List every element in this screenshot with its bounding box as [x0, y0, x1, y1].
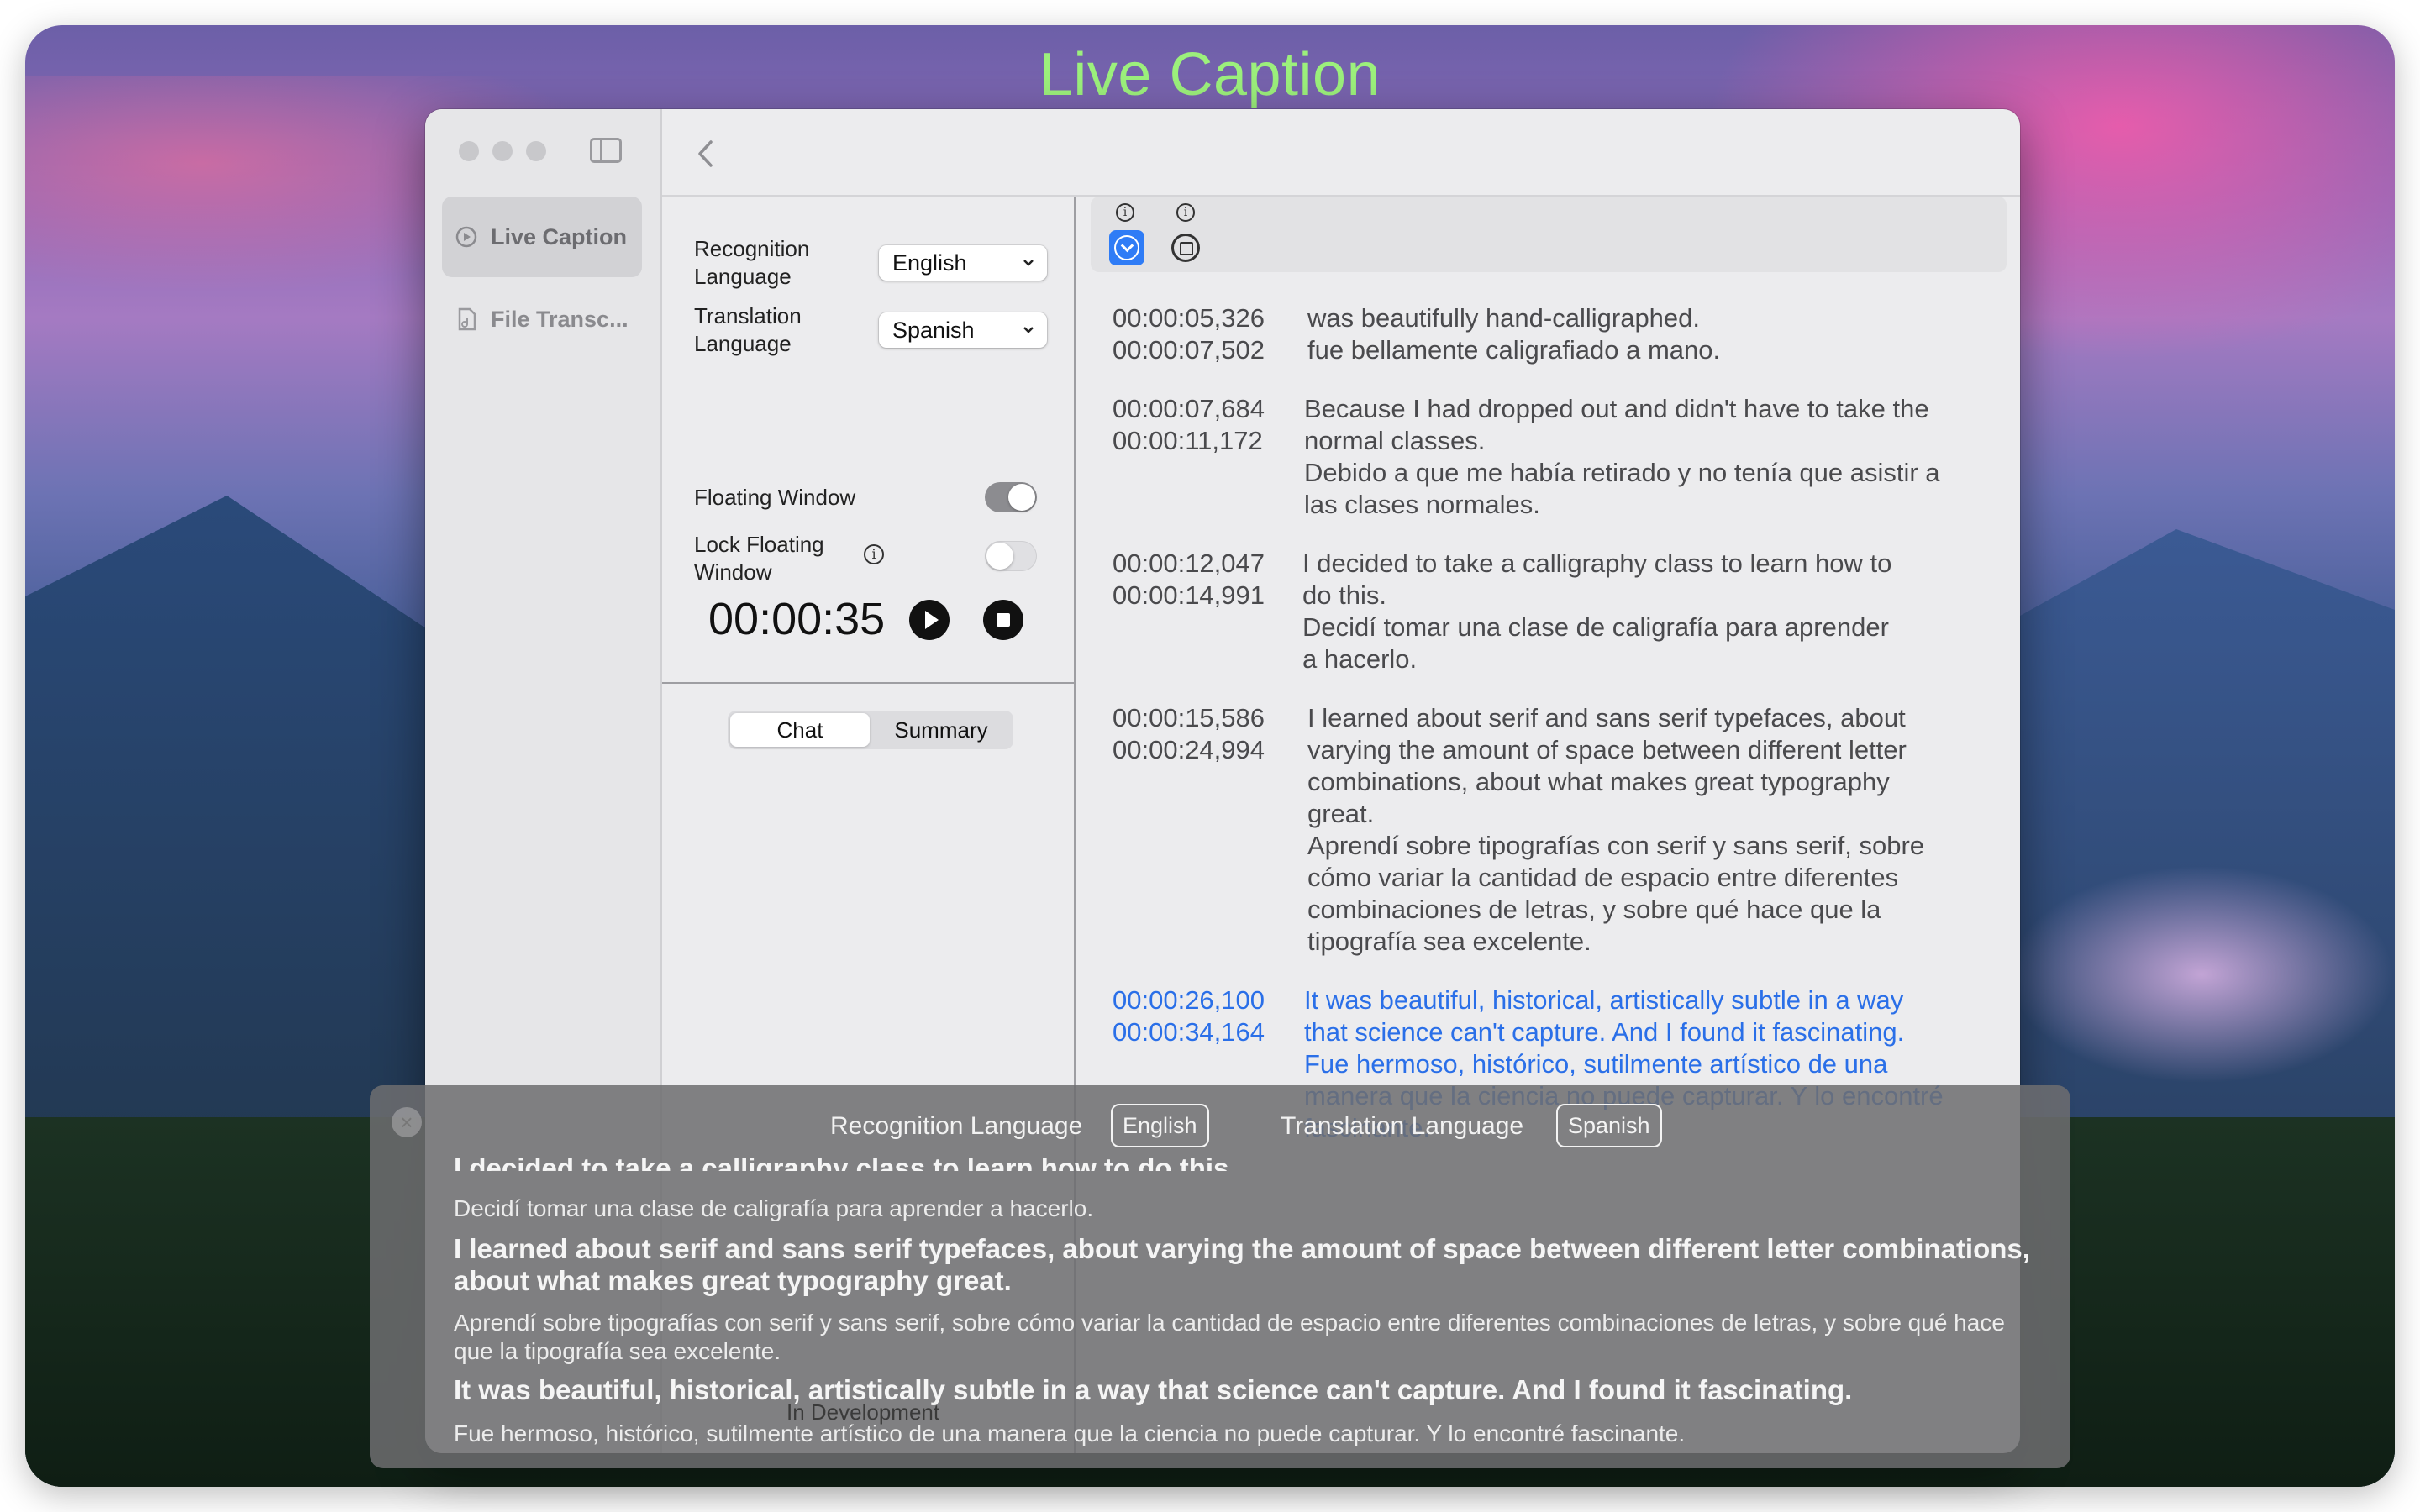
stop-button[interactable]: [983, 600, 1023, 640]
segment-timestamps: 00:00:07,684 00:00:11,172: [1113, 393, 1297, 457]
translation-language-label: Translation Language: [694, 303, 802, 356]
caption-english-line: I learned about serif and sans serif typ…: [454, 1233, 2030, 1296]
zoom-window-button[interactable]: [526, 141, 546, 161]
minimize-window-button[interactable]: [492, 141, 513, 161]
sidebar-item-label: File Transc...: [491, 306, 629, 332]
transcript-toolbar: i i: [1091, 197, 2007, 272]
segment-start-time: 00:00:26,100: [1113, 985, 1265, 1015]
stop-icon: [997, 613, 1010, 627]
info-icon[interactable]: i: [1116, 203, 1134, 222]
floating-window-toggle[interactable]: [985, 482, 1037, 512]
sidebar-toggle-icon[interactable]: [590, 138, 622, 163]
segment-end-time: 00:00:34,164: [1113, 1017, 1265, 1047]
chevron-down-icon: [1022, 245, 1035, 293]
chevron-down-icon: [1022, 312, 1035, 360]
floating-translation-label: Translation Language: [1281, 1112, 1524, 1140]
divider: [662, 682, 1074, 684]
segment-start-time: 00:00:05,326: [1113, 303, 1265, 333]
caption-spanish-line: Decidí tomar una clase de caligrafía par…: [454, 1195, 1094, 1221]
segment-end-time: 00:00:24,994: [1113, 735, 1265, 764]
caption-spanish-line: Fue hermoso, histórico, sutilmente artís…: [454, 1420, 1686, 1446]
info-icon[interactable]: i: [864, 544, 884, 564]
in-development-note: In Development: [786, 1399, 940, 1425]
segment-timestamps: 00:00:26,100 00:00:34,164: [1113, 984, 1297, 1048]
segment-timestamps: 00:00:05,326 00:00:07,502: [1113, 302, 1297, 366]
segment-text: I learned about serif and sans serif typ…: [1307, 703, 1925, 956]
info-icon[interactable]: i: [1176, 203, 1195, 222]
toolbar: [662, 109, 2020, 197]
close-icon[interactable]: ×: [392, 1107, 422, 1137]
close-window-button[interactable]: [459, 141, 479, 161]
play-button[interactable]: [909, 600, 950, 640]
segment-start-time: 00:00:07,684: [1113, 394, 1265, 423]
sidebar-item-label: Live Caption: [491, 223, 628, 249]
caption-english-line: I decided to take a calligraphy class to…: [454, 1152, 1237, 1171]
segment-timestamps: 00:00:15,586 00:00:24,994: [1113, 702, 1297, 766]
app-title: Live Caption: [1039, 41, 1381, 108]
segment-text: was beautifully hand-calligraphed. fue b…: [1307, 303, 1721, 365]
segment-start-time: 00:00:15,586: [1113, 703, 1265, 732]
segment-end-time: 00:00:11,172: [1113, 426, 1263, 455]
lock-floating-window-toggle[interactable]: [985, 541, 1037, 571]
translation-language-value: Spanish: [892, 318, 975, 343]
tab-chat[interactable]: Chat: [730, 713, 870, 747]
music-file-icon: [454, 307, 479, 332]
lock-floating-window-label: Lock Floating Window: [694, 532, 824, 585]
chat-summary-segmented-control: Chat Summary: [728, 711, 1013, 749]
floating-caption-window[interactable]: × Recognition Language English Translati…: [370, 1085, 2070, 1468]
caption-spanish-line: Aprendí sobre tipografías con serif y sa…: [454, 1310, 2005, 1364]
floating-recognition-value-button[interactable]: English: [1111, 1104, 1209, 1147]
floating-recognition-label: Recognition Language: [830, 1112, 1083, 1140]
edit-icon[interactable]: [1171, 234, 1200, 262]
segment-end-time: 00:00:14,991: [1113, 580, 1265, 610]
translation-language-select[interactable]: Spanish: [879, 312, 1047, 348]
segment-end-time: 00:00:07,502: [1113, 335, 1265, 365]
play-circle-icon: [454, 224, 479, 249]
floating-window-label: Floating Window: [694, 485, 856, 510]
elapsed-timer: 00:00:35: [708, 594, 886, 644]
back-chevron-icon[interactable]: [696, 136, 716, 178]
recognition-language-label: Recognition Language: [694, 236, 810, 289]
tab-summary[interactable]: Summary: [871, 713, 1011, 747]
scroll-to-bottom-icon[interactable]: [1109, 230, 1144, 265]
segment-timestamps: 00:00:12,047 00:00:14,991: [1113, 548, 1297, 612]
sidebar-item-live-caption[interactable]: Live Caption: [442, 197, 642, 277]
recognition-language-select[interactable]: English: [879, 245, 1047, 281]
segment-text: I decided to take a calligraphy class to…: [1302, 549, 1892, 674]
sidebar-item-file-transcription[interactable]: File Transc...: [442, 279, 642, 360]
segment-text: Because I had dropped out and didn't hav…: [1304, 394, 1940, 519]
segment-start-time: 00:00:12,047: [1113, 549, 1265, 578]
recognition-language-value: English: [892, 250, 967, 276]
floating-translation-value-button[interactable]: Spanish: [1556, 1104, 1662, 1147]
play-icon: [925, 611, 939, 629]
caption-english-line: It was beautiful, historical, artistical…: [454, 1374, 1853, 1405]
